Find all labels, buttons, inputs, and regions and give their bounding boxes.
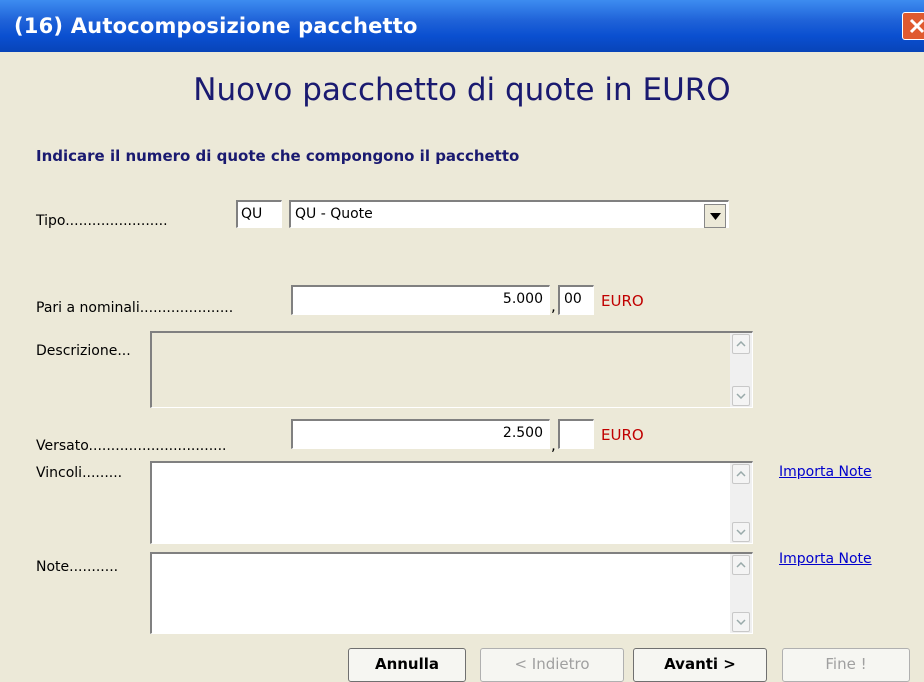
- note-import-notes-link[interactable]: Importa Note: [779, 551, 872, 567]
- versato-integer-value: 2.500: [502, 425, 543, 441]
- pari-decimal-value: 00: [564, 291, 582, 307]
- pari-label: Pari a nominali.....................: [36, 300, 234, 316]
- tipo-selected-value: QU - Quote: [295, 206, 373, 222]
- vincoli-import-notes-link[interactable]: Importa Note: [779, 464, 872, 480]
- chevron-down-icon: [710, 213, 721, 220]
- scroll-down-button[interactable]: [732, 386, 750, 406]
- close-icon: [909, 18, 924, 34]
- decimal-separator: ,: [551, 297, 556, 315]
- vincoli-scrollbar[interactable]: [730, 463, 752, 543]
- versato-currency: EURO: [601, 426, 644, 444]
- tipo-select[interactable]: QU - Quote: [289, 200, 729, 228]
- scroll-up-button[interactable]: [732, 555, 750, 575]
- pari-currency: EURO: [601, 292, 644, 310]
- scroll-up-button[interactable]: [732, 464, 750, 484]
- title-bar: (16) Autocomposizione pacchetto: [0, 0, 924, 52]
- chevron-down-icon: [736, 619, 746, 625]
- page-heading: Nuovo pacchetto di quote in EURO: [193, 72, 731, 108]
- chevron-up-icon: [736, 562, 746, 568]
- versato-integer-field[interactable]: 2.500: [291, 419, 550, 449]
- pari-decimal-field[interactable]: 00: [558, 285, 594, 315]
- note-textarea[interactable]: [150, 552, 753, 634]
- chevron-up-icon: [736, 341, 746, 347]
- descrizione-textarea[interactable]: [150, 331, 753, 408]
- close-button[interactable]: [902, 12, 924, 40]
- scroll-down-button[interactable]: [732, 522, 750, 542]
- versato-label: Versato...............................: [36, 438, 227, 454]
- descrizione-scrollbar[interactable]: [730, 333, 752, 407]
- chevron-down-icon: [736, 529, 746, 535]
- scroll-down-button[interactable]: [732, 612, 750, 632]
- window-title: (16) Autocomposizione pacchetto: [14, 14, 418, 38]
- descrizione-label: Descrizione...: [36, 343, 131, 359]
- vincoli-label: Vincoli.........: [36, 465, 123, 481]
- vincoli-textarea[interactable]: [150, 461, 753, 544]
- tipo-code-value: QU: [241, 206, 263, 222]
- chevron-down-icon: [736, 393, 746, 399]
- versato-decimal-field[interactable]: [558, 419, 594, 449]
- note-label: Note...........: [36, 559, 119, 575]
- decimal-separator: ,: [551, 436, 556, 454]
- note-scrollbar[interactable]: [730, 554, 752, 633]
- pari-integer-field[interactable]: 5.000: [291, 285, 550, 315]
- tipo-code-field[interactable]: QU: [236, 200, 282, 228]
- tipo-dropdown-button[interactable]: [704, 204, 726, 228]
- scroll-up-button[interactable]: [732, 334, 750, 354]
- chevron-up-icon: [736, 471, 746, 477]
- instruction-text: Indicare il numero di quote che compongo…: [36, 147, 520, 165]
- tipo-label: Tipo.......................: [36, 213, 168, 229]
- pari-integer-value: 5.000: [502, 291, 543, 307]
